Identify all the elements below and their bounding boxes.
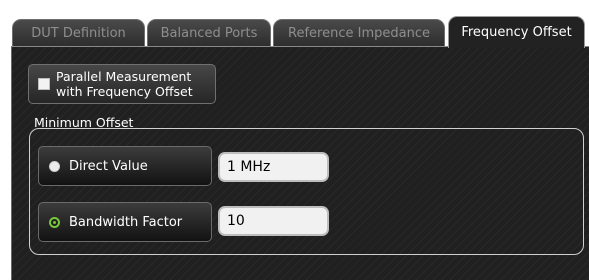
tab-balanced-ports[interactable]: Balanced Ports xyxy=(147,19,271,47)
tab-frequency-offset[interactable]: Frequency Offset xyxy=(448,16,585,48)
checkbox-icon xyxy=(38,78,50,90)
direct-value-label: Direct Value xyxy=(69,158,148,174)
bandwidth-factor-label: Bandwidth Factor xyxy=(69,214,183,230)
parallel-measurement-label: Parallel Measurement with Frequency Offs… xyxy=(56,69,193,99)
direct-value-text: 1 MHz xyxy=(227,159,271,175)
bandwidth-factor-text: 10 xyxy=(227,213,245,229)
tab-label: Frequency Offset xyxy=(461,25,572,40)
radio-unselected-icon xyxy=(49,160,60,172)
direct-value-field[interactable]: 1 MHz xyxy=(218,152,329,182)
tab-reference-impedance[interactable]: Reference Impedance xyxy=(273,19,445,47)
tab-dut-definition[interactable]: DUT Definition xyxy=(12,19,145,47)
bandwidth-factor-field[interactable]: 10 xyxy=(218,206,329,236)
frequency-offset-dialog: DUT Definition Balanced Ports Reference … xyxy=(0,0,589,280)
minimum-offset-label: Minimum Offset xyxy=(34,115,134,130)
radio-selected-icon xyxy=(49,216,60,228)
bandwidth-factor-radio-button[interactable]: Bandwidth Factor xyxy=(38,202,212,242)
tab-label: Balanced Ports xyxy=(160,26,258,41)
tab-label: Reference Impedance xyxy=(288,26,430,41)
parallel-measurement-checkbox-button[interactable]: Parallel Measurement with Frequency Offs… xyxy=(28,64,216,104)
direct-value-radio-button[interactable]: Direct Value xyxy=(38,146,212,186)
tab-label: DUT Definition xyxy=(31,26,126,41)
